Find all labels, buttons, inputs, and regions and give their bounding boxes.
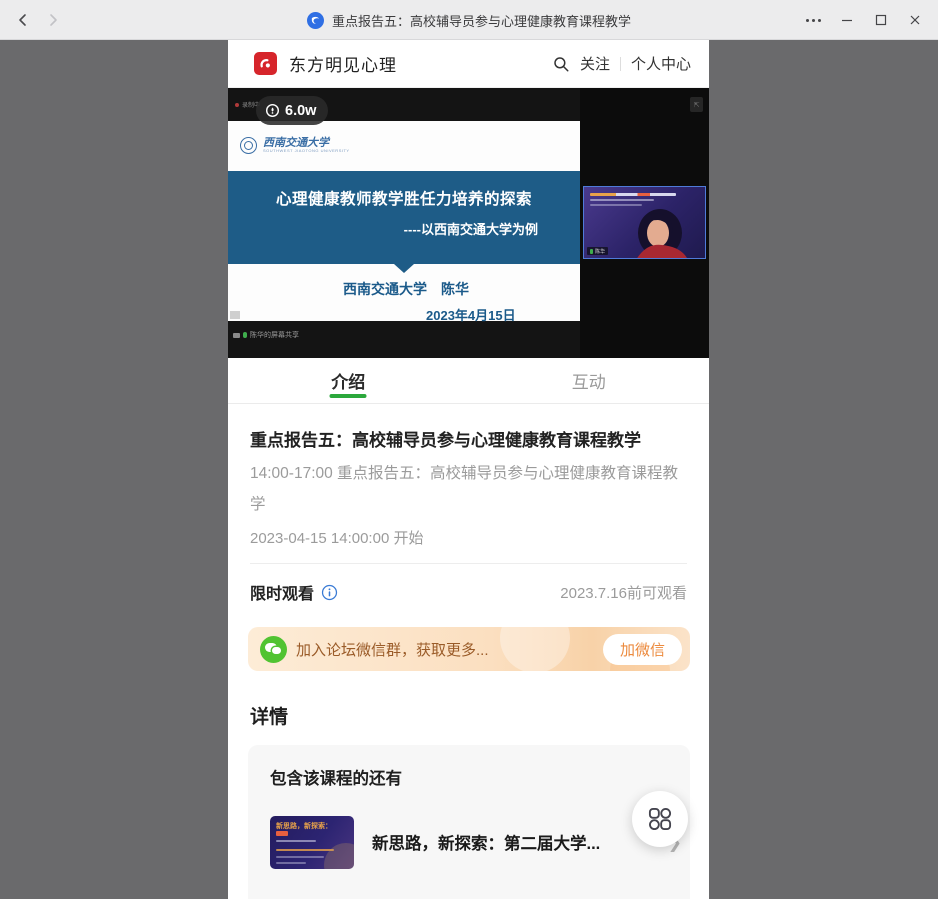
limited-watch-label: 限时观看: [250, 580, 314, 604]
slide-presenter-line: 西南交通大学 陈华: [343, 279, 469, 299]
slide-title-band: 心理健康教师教学胜任力培养的探索 ----以西南交通大学为例: [228, 171, 580, 264]
chevron-left-icon: [16, 13, 30, 27]
header-divider: [620, 57, 621, 71]
browser-window: 重点报告五：高校辅导员参与心理健康教育课程教学 东方明见心理: [0, 0, 938, 899]
floating-menu-button[interactable]: [632, 791, 688, 847]
related-course-item[interactable]: 新思路，新探索： 新思路，新探索：第二届大学... ❯: [270, 813, 670, 871]
window-title: 重点报告五：高校辅导员参与心理健康教育课程教学: [332, 11, 631, 30]
presentation-slide: 西南交通大学 SOUTHWEST JIAOTONG UNIVERSITY 心理健…: [228, 121, 580, 321]
forward-button[interactable]: [38, 5, 68, 35]
related-course-title: 新思路，新探索：第二届大学...: [372, 830, 600, 854]
page-background: 东方明见心理 关注 个人中心 西南交通大学: [0, 40, 938, 899]
mic-icon: [243, 332, 247, 338]
view-count-badge: 6.0w: [256, 96, 328, 125]
minimize-button[interactable]: [830, 0, 864, 40]
video-corner-tool-icon[interactable]: ⇱: [690, 97, 703, 112]
related-card-heading: 包含该课程的还有: [270, 765, 402, 789]
more-menu-button[interactable]: [796, 0, 830, 40]
info-icon[interactable]: [321, 584, 338, 601]
recording-dot-icon: [235, 103, 239, 107]
course-start-time: 2023-04-15 14:00:00 开始: [250, 527, 423, 548]
related-courses-card: 包含该课程的还有 新思路，新探索： 新思路，新探索：第二届大学... ❯: [248, 745, 690, 899]
tab-intro[interactable]: 介绍: [228, 358, 469, 403]
presenter-camera: 陈华: [583, 186, 706, 259]
titlebar: 重点报告五：高校辅导员参与心理健康教育课程教学: [0, 0, 938, 40]
limited-watch-row: 限时观看 2023.7.16前可观看: [250, 580, 687, 604]
thumbnail-badge: [276, 831, 288, 836]
tab-interact[interactable]: 互动: [469, 358, 710, 403]
wechat-icon: [260, 636, 287, 663]
related-course-thumbnail: 新思路，新探索：: [270, 816, 354, 869]
screen-share-label: 陈华的屏幕共享: [233, 330, 299, 340]
search-icon[interactable]: [552, 55, 570, 73]
university-logo: 西南交通大学 SOUTHWEST JIAOTONG UNIVERSITY: [240, 137, 350, 154]
university-name: 西南交通大学: [263, 138, 350, 148]
course-title: 重点报告五：高校辅导员参与心理健康教育课程教学: [250, 426, 690, 451]
university-emblem-icon: [240, 137, 257, 154]
maximize-button[interactable]: [864, 0, 898, 40]
slide-date-line: 2023年4月15日: [426, 305, 516, 324]
back-button[interactable]: [8, 5, 38, 35]
thumbnail-title: 新思路，新探索：: [276, 821, 332, 831]
mic-icon: [590, 249, 593, 254]
clover-menu-icon: [646, 805, 674, 833]
close-button[interactable]: [898, 0, 932, 40]
wechat-banner-text: 加入论坛微信群，获取更多...: [296, 639, 489, 660]
section-divider: [250, 563, 687, 564]
presenter-name: 陈华: [595, 248, 605, 255]
views-icon: [265, 103, 280, 118]
details-heading: 详情: [250, 702, 288, 729]
add-wechat-button[interactable]: 加微信: [603, 634, 682, 665]
view-count: 6.0w: [285, 103, 316, 119]
brand-name: 东方明见心理: [289, 51, 397, 76]
window-controls: [796, 0, 932, 40]
slide-subtitle: ----以西南交通大学为例: [404, 219, 538, 238]
close-icon: [909, 14, 921, 26]
chevron-right-icon: [46, 13, 60, 27]
watch-deadline: 2023.7.16前可观看: [560, 582, 687, 603]
brand-logo-icon: [254, 52, 277, 75]
minimize-icon: [841, 14, 853, 26]
wechat-group-banner[interactable]: 加入论坛微信群，获取更多... 加微信: [248, 627, 690, 671]
profile-center-link[interactable]: 个人中心: [631, 53, 691, 74]
content-column: 东方明见心理 关注 个人中心 西南交通大学: [228, 40, 709, 899]
follow-link[interactable]: 关注: [580, 53, 610, 74]
ellipsis-icon: [806, 19, 821, 22]
course-schedule: 14:00-17:00 重点报告五：高校辅导员参与心理健康教育课程教学: [250, 458, 692, 520]
slide-title: 心理健康教师教学胜任力培养的探索: [228, 187, 580, 209]
site-favicon-icon: [307, 12, 324, 29]
camera-name-tag: 陈华: [587, 247, 608, 255]
video-player[interactable]: 西南交通大学 SOUTHWEST JIAOTONG UNIVERSITY 心理健…: [228, 88, 709, 358]
university-caption: SOUTHWEST JIAOTONG UNIVERSITY: [263, 148, 350, 153]
tab-bar: 介绍 互动: [228, 358, 709, 404]
screen-icon: [233, 333, 240, 338]
maximize-icon: [875, 14, 887, 26]
slide-corner-artifact: [230, 311, 240, 319]
site-header: 东方明见心理 关注 个人中心: [228, 40, 709, 88]
